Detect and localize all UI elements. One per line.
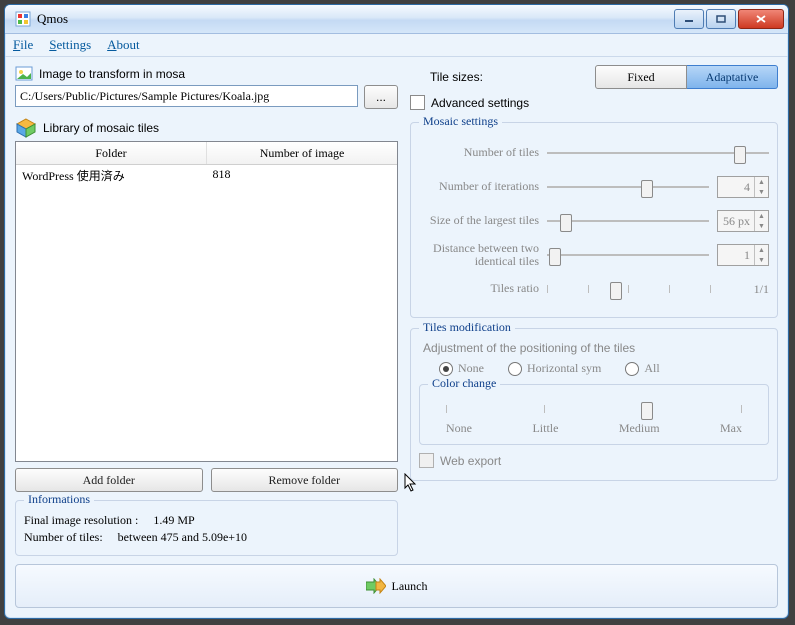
spinner-up-icon[interactable]: ▲	[754, 245, 768, 255]
table-row[interactable]: WordPress 使用済み 818	[16, 165, 397, 187]
library-label: Library of mosaic tiles	[43, 121, 159, 135]
close-button[interactable]	[738, 9, 784, 29]
largest-tiles-slider[interactable]	[547, 211, 709, 231]
informations-group: Informations Final image resolution : 1.…	[15, 500, 398, 556]
number-of-iterations-spinner[interactable]: 4 ▲▼	[717, 176, 769, 198]
tile-size-fixed-button[interactable]: Fixed	[595, 65, 687, 89]
number-of-tiles-value: between 475 and 5.09e+10	[118, 530, 247, 544]
tiles-ratio-slider-label: Tiles ratio	[419, 282, 539, 295]
app-window: Qmos File Settings About Image to transf…	[4, 4, 789, 619]
menu-file[interactable]: File	[13, 37, 33, 53]
menu-settings[interactable]: Settings	[49, 37, 91, 53]
number-of-tiles-slider-label: Number of tiles	[419, 146, 539, 159]
adjustment-horizontal-sym-radio[interactable]	[508, 362, 522, 376]
tiles-ratio-value: 1/1	[719, 282, 769, 297]
table-cell-count: 818	[207, 165, 398, 187]
color-change-max-label: Max	[720, 421, 742, 436]
window-title: Qmos	[37, 11, 674, 27]
number-of-tiles-label: Number of tiles:	[24, 530, 103, 544]
maximize-button[interactable]	[706, 9, 736, 29]
menu-bar: File Settings About	[5, 34, 788, 57]
number-of-iterations-slider-label: Number of iterations	[419, 180, 539, 193]
launch-label: Launch	[392, 579, 428, 594]
spinner-down-icon[interactable]: ▼	[754, 255, 768, 265]
advanced-settings-label: Advanced settings	[431, 96, 529, 110]
add-folder-button[interactable]: Add folder	[15, 468, 203, 492]
menu-about[interactable]: About	[107, 37, 140, 53]
title-bar: Qmos	[5, 5, 788, 34]
informations-legend: Informations	[24, 492, 94, 507]
color-change-none-label: None	[446, 421, 472, 436]
largest-tiles-slider-label: Size of the largest tiles	[419, 214, 539, 227]
browse-button[interactable]: ...	[364, 85, 398, 109]
spinner-up-icon[interactable]: ▲	[754, 177, 768, 187]
color-change-legend: Color change	[428, 376, 500, 391]
library-icon	[15, 117, 37, 139]
web-export-label: Web export	[440, 454, 501, 468]
launch-icon	[366, 578, 386, 594]
spinner-down-icon[interactable]: ▼	[754, 187, 768, 197]
final-resolution-value: 1.49 MP	[153, 513, 194, 527]
color-change-medium-label: Medium	[619, 421, 660, 436]
identical-tiles-distance-spinner[interactable]: 1 ▲▼	[717, 244, 769, 266]
number-of-iterations-slider[interactable]	[547, 177, 709, 197]
app-icon	[15, 11, 31, 27]
launch-button[interactable]: Launch	[15, 564, 778, 608]
tiles-modification-legend: Tiles modification	[419, 320, 515, 335]
tile-sizes-label: Tile sizes:	[430, 70, 483, 84]
spinner-up-icon[interactable]: ▲	[754, 211, 768, 221]
number-of-tiles-slider[interactable]	[547, 143, 769, 163]
adjustment-label: Adjustment of the positioning of the til…	[423, 341, 769, 355]
mosaic-settings-group: Mosaic settings Number of tiles Number o…	[410, 122, 778, 318]
identical-tiles-distance-slider[interactable]	[547, 245, 709, 265]
tiles-modification-group: Tiles modification Adjustment of the pos…	[410, 328, 778, 481]
adjustment-all-radio[interactable]	[625, 362, 639, 376]
remove-folder-button[interactable]: Remove folder	[211, 468, 399, 492]
final-resolution-label: Final image resolution :	[24, 513, 138, 527]
table-header-count[interactable]: Number of image	[207, 142, 397, 164]
image-to-transform-label: Image to transform in mosa	[39, 67, 185, 81]
tile-size-adaptative-button[interactable]: Adaptative	[687, 65, 778, 89]
spinner-down-icon[interactable]: ▼	[754, 221, 768, 231]
minimize-button[interactable]	[674, 9, 704, 29]
advanced-settings-checkbox[interactable]	[410, 95, 425, 110]
color-change-group: Color change None Little Medium Max	[419, 384, 769, 445]
table-header-folder[interactable]: Folder	[16, 142, 207, 164]
image-icon	[15, 65, 33, 83]
web-export-checkbox[interactable]	[419, 453, 434, 468]
identical-tiles-distance-slider-label: Distance between two identical tiles	[419, 242, 539, 268]
tiles-library-table[interactable]: Folder Number of image WordPress 使用済み 81…	[15, 141, 398, 462]
largest-tiles-spinner[interactable]: 56 px ▲▼	[717, 210, 769, 232]
table-cell-folder: WordPress 使用済み	[16, 165, 207, 187]
color-change-slider[interactable]	[446, 399, 742, 419]
image-path-input[interactable]	[15, 85, 358, 107]
adjustment-none-radio[interactable]	[439, 362, 453, 376]
color-change-little-label: Little	[532, 421, 558, 436]
mosaic-settings-legend: Mosaic settings	[419, 114, 502, 129]
tiles-ratio-slider[interactable]	[547, 279, 711, 299]
